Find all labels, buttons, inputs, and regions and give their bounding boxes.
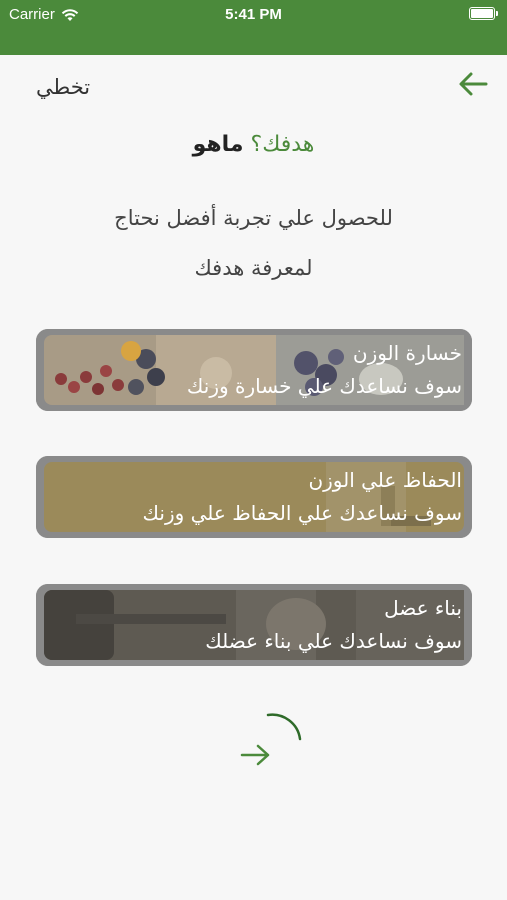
goal-text-weight-loss: خسارة الوزن سوف نساعدك علي خسارة وزنك (46, 337, 462, 403)
back-button[interactable] (455, 69, 491, 99)
intro-line-1: للحصول علي تجربة أفضل نحتاج (114, 206, 393, 230)
battery-icon (469, 7, 498, 20)
goal-subtitle: سوف نساعدك علي بناء عضلك (205, 629, 462, 653)
skip-button[interactable]: تخطي (36, 75, 90, 99)
status-time: 5:41 PM (225, 6, 282, 23)
intro-text: للحصول علي تجربة أفضل نحتاج لمعرفة هدفك (40, 193, 467, 293)
intro-line-2: لمعرفة هدفك (194, 256, 313, 280)
goal-subtitle: سوف نساعدك علي الحفاظ علي وزنك (142, 501, 462, 525)
arrow-left-icon (459, 72, 488, 96)
goal-card-weight-loss[interactable]: خسارة الوزن سوف نساعدك علي خسارة وزنك (36, 329, 472, 411)
goal-card-maintain-weight[interactable]: الحفاظ علي الوزن سوف نساعدك علي الحفاظ ع… (36, 456, 472, 538)
goal-title: خسارة الوزن (352, 341, 462, 365)
question-main: ماهو (192, 132, 244, 157)
question-accent: هدفك؟ (250, 132, 315, 157)
goal-question: هدفك؟ ماهو (0, 132, 507, 157)
next-button[interactable] (222, 705, 312, 785)
goal-title: الحفاظ علي الوزن (308, 468, 462, 492)
goal-title: بناء عضل (384, 596, 462, 620)
arrow-right-icon (240, 744, 270, 766)
goal-text-maintain-weight: الحفاظ علي الوزن سوف نساعدك علي الحفاظ ع… (46, 464, 462, 530)
goal-subtitle: سوف نساعدك علي خسارة وزنك (186, 374, 462, 398)
goal-selection-screen: تخطي هدفك؟ ماهو للحصول علي تجربة أفضل نح… (0, 55, 507, 900)
goal-card-build-muscle[interactable]: بناء عضل سوف نساعدك علي بناء عضلك (36, 584, 472, 666)
goal-text-build-muscle: بناء عضل سوف نساعدك علي بناء عضلك (46, 592, 462, 658)
status-bar: Carrier 5:41 PM (0, 0, 507, 55)
